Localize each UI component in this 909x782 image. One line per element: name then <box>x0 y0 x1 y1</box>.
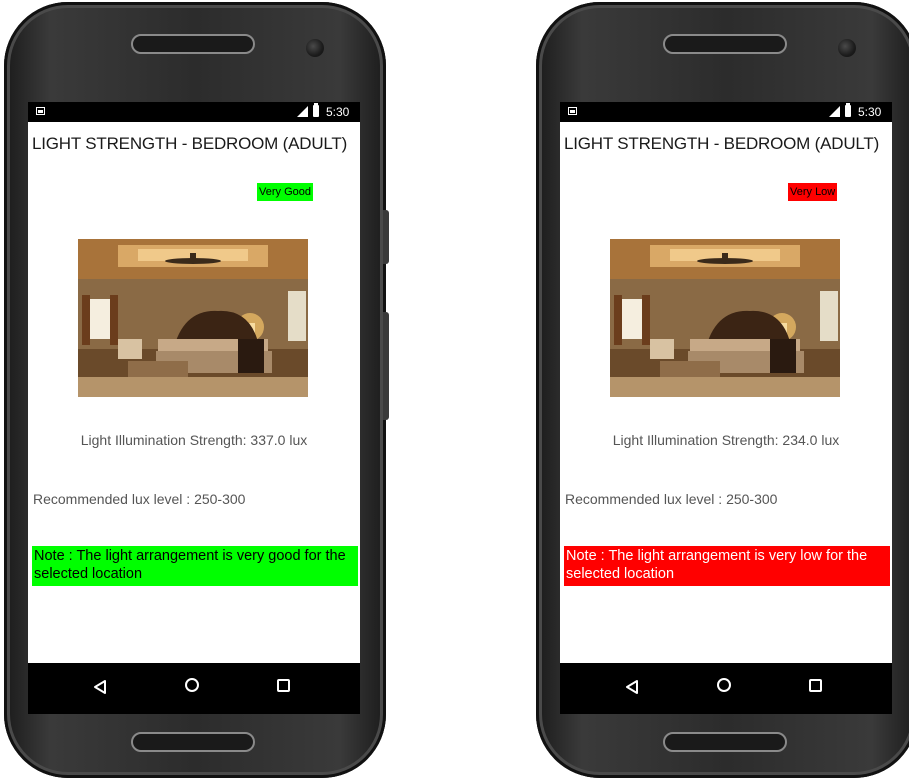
app-screen: 5:30 LIGHT STRENGTH - BEDROOM (ADULT) Ve… <box>560 102 892 714</box>
bottom-speaker <box>663 732 787 752</box>
status-bar: 5:30 <box>28 102 360 122</box>
note-banner: Note : The light arrangement is very low… <box>564 546 890 586</box>
rating-badge: Very Good <box>257 183 313 201</box>
bottom-speaker <box>131 732 255 752</box>
earpiece-speaker <box>663 34 787 54</box>
battery-icon <box>313 103 319 117</box>
navigation-bar <box>560 663 892 714</box>
recommended-lux-level: Recommended lux level : 250-300 <box>33 491 246 507</box>
status-bar: 5:30 <box>560 102 892 122</box>
room-photo <box>610 239 840 397</box>
page-title: LIGHT STRENGTH - BEDROOM (ADULT) <box>32 134 348 153</box>
signal-icon <box>297 106 308 117</box>
status-time: 5:30 <box>858 105 882 119</box>
back-icon[interactable] <box>93 679 107 695</box>
navigation-bar <box>28 663 360 714</box>
lux-reading: Light Illumination Strength: 234.0 lux <box>612 432 840 448</box>
signal-icon <box>829 106 840 117</box>
front-camera <box>838 39 856 57</box>
recents-icon[interactable] <box>277 679 290 692</box>
rating-badge: Very Low <box>788 183 838 201</box>
phone-left: 5:30 LIGHT STRENGTH - BEDROOM (ADULT) Ve… <box>0 2 390 778</box>
phone-right: 5:30 LIGHT STRENGTH - BEDROOM (ADULT) Ve… <box>532 2 909 778</box>
recents-icon[interactable] <box>809 679 822 692</box>
battery-icon <box>845 103 851 117</box>
room-photo <box>78 239 308 397</box>
home-icon[interactable] <box>717 678 731 692</box>
lux-reading: Light Illumination Strength: 337.0 lux <box>80 432 308 448</box>
recommended-lux-level: Recommended lux level : 250-300 <box>565 491 778 507</box>
volume-button <box>383 210 389 264</box>
image-notification-icon <box>36 107 45 115</box>
app-screen: 5:30 LIGHT STRENGTH - BEDROOM (ADULT) Ve… <box>28 102 360 714</box>
status-time: 5:30 <box>326 105 350 119</box>
back-icon[interactable] <box>625 679 639 695</box>
note-banner: Note : The light arrangement is very goo… <box>32 546 358 586</box>
power-button <box>383 312 389 420</box>
earpiece-speaker <box>131 34 255 54</box>
home-icon[interactable] <box>185 678 199 692</box>
page-title: LIGHT STRENGTH - BEDROOM (ADULT) <box>564 134 880 153</box>
front-camera <box>306 39 324 57</box>
image-notification-icon <box>568 107 577 115</box>
